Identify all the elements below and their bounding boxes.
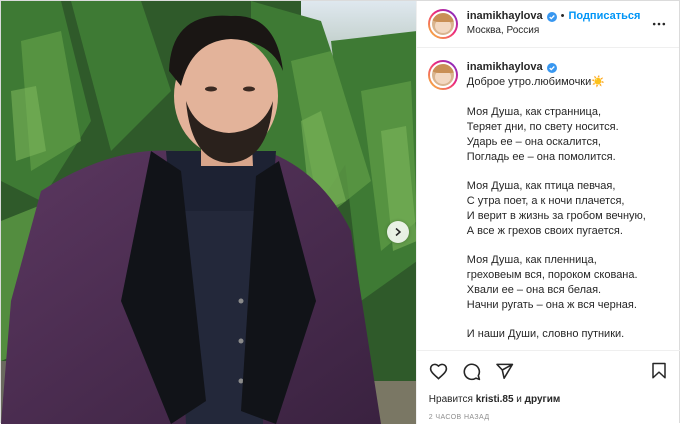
comment-button[interactable] xyxy=(462,361,482,381)
more-options-icon xyxy=(652,22,666,26)
separator-dot: • xyxy=(560,10,565,23)
poem-line: Начни ругать – она ж вся черная. xyxy=(466,299,637,311)
more-options-button[interactable] xyxy=(651,16,667,32)
poem-line: Хвали ее – она вся белая. xyxy=(466,284,602,296)
next-photo-button[interactable] xyxy=(387,221,409,243)
likes-prefix: Нравится xyxy=(428,394,473,405)
caption-area: inamikhaylova Доброе утро.любимочки ☀️ Мо… xyxy=(417,48,679,348)
author-avatar[interactable] xyxy=(427,9,458,39)
poem-line: греховеым вся, пороком скована. xyxy=(466,269,638,281)
verified-badge-icon xyxy=(546,62,557,73)
poem-line: Моя Душа, как странница, xyxy=(466,106,602,118)
photo-man-in-purple-suit xyxy=(1,1,416,424)
post-photo[interactable] xyxy=(1,1,416,424)
poem-line: Погладь ее – она помолится. xyxy=(466,151,616,163)
likes-and: и xyxy=(516,394,522,405)
share-button[interactable] xyxy=(495,361,515,381)
instagram-post: inamikhaylova • Подписаться Москва, Росс… xyxy=(0,0,680,424)
caption-text: inamikhaylova Доброе утро.любимочки ☀️ Мо… xyxy=(467,60,667,348)
bookmark-icon xyxy=(652,362,666,379)
poem-line: И наши Души, словно путники. xyxy=(466,328,625,340)
post-side-panel: inamikhaylova • Подписаться Москва, Росс… xyxy=(415,1,680,424)
post-timestamp[interactable]: 2 ЧАСОВ НАЗАД xyxy=(429,414,490,421)
poem-line: Теряет дни, по свету носится. xyxy=(466,121,619,133)
poem-line: И верит в жизнь за гробом вечную, xyxy=(466,210,646,222)
poem-line: Моя Душа, как птица певчая, xyxy=(466,180,616,192)
caption-poem: Моя Душа, как странница, Теряет дни, по с… xyxy=(467,105,667,342)
like-button[interactable] xyxy=(429,361,449,381)
save-button[interactable] xyxy=(649,361,669,381)
likes-others-link[interactable]: другим xyxy=(525,394,561,405)
poem-stanza: Моя Душа, как пленница, греховеым вся, по… xyxy=(467,253,667,313)
caption-intro: Доброе утро.любимочки xyxy=(466,76,592,88)
chevron-right-icon xyxy=(395,227,402,237)
author-username[interactable]: inamikhaylova xyxy=(467,10,543,24)
comment-icon xyxy=(463,363,481,380)
poem-line: С утра поет, а к ночи плачется, xyxy=(466,195,625,207)
post-location[interactable]: Москва, Россия xyxy=(467,25,651,38)
poem-line: Моя Душа, как пленница, xyxy=(466,254,597,266)
caption-author-avatar[interactable] xyxy=(427,60,458,90)
verified-badge-icon xyxy=(546,12,557,23)
caption-username[interactable]: inamikhaylova xyxy=(467,60,543,75)
poem-stanza: И наши Души, словно путники. xyxy=(467,327,667,342)
share-icon xyxy=(496,363,514,379)
post-actions-bar xyxy=(416,350,680,391)
poem-stanza: Моя Душа, как странница, Теряет дни, по с… xyxy=(467,105,667,165)
sun-emoji: ☀️ xyxy=(591,76,605,88)
poem-stanza: Моя Душа, как птица певчая, С утра поет, … xyxy=(467,179,667,239)
likes-summary: Нравится kristi.85 и другим xyxy=(429,394,561,405)
likes-user-link[interactable]: kristi.85 xyxy=(476,394,514,405)
poem-line: Ударь ее – она оскалится, xyxy=(466,136,601,148)
poem-line: А все ж грехов своих пугается. xyxy=(466,225,623,237)
post-header: inamikhaylova • Подписаться Москва, Росс… xyxy=(416,1,679,48)
follow-button[interactable]: Подписаться xyxy=(568,10,640,24)
heart-icon xyxy=(430,363,448,380)
